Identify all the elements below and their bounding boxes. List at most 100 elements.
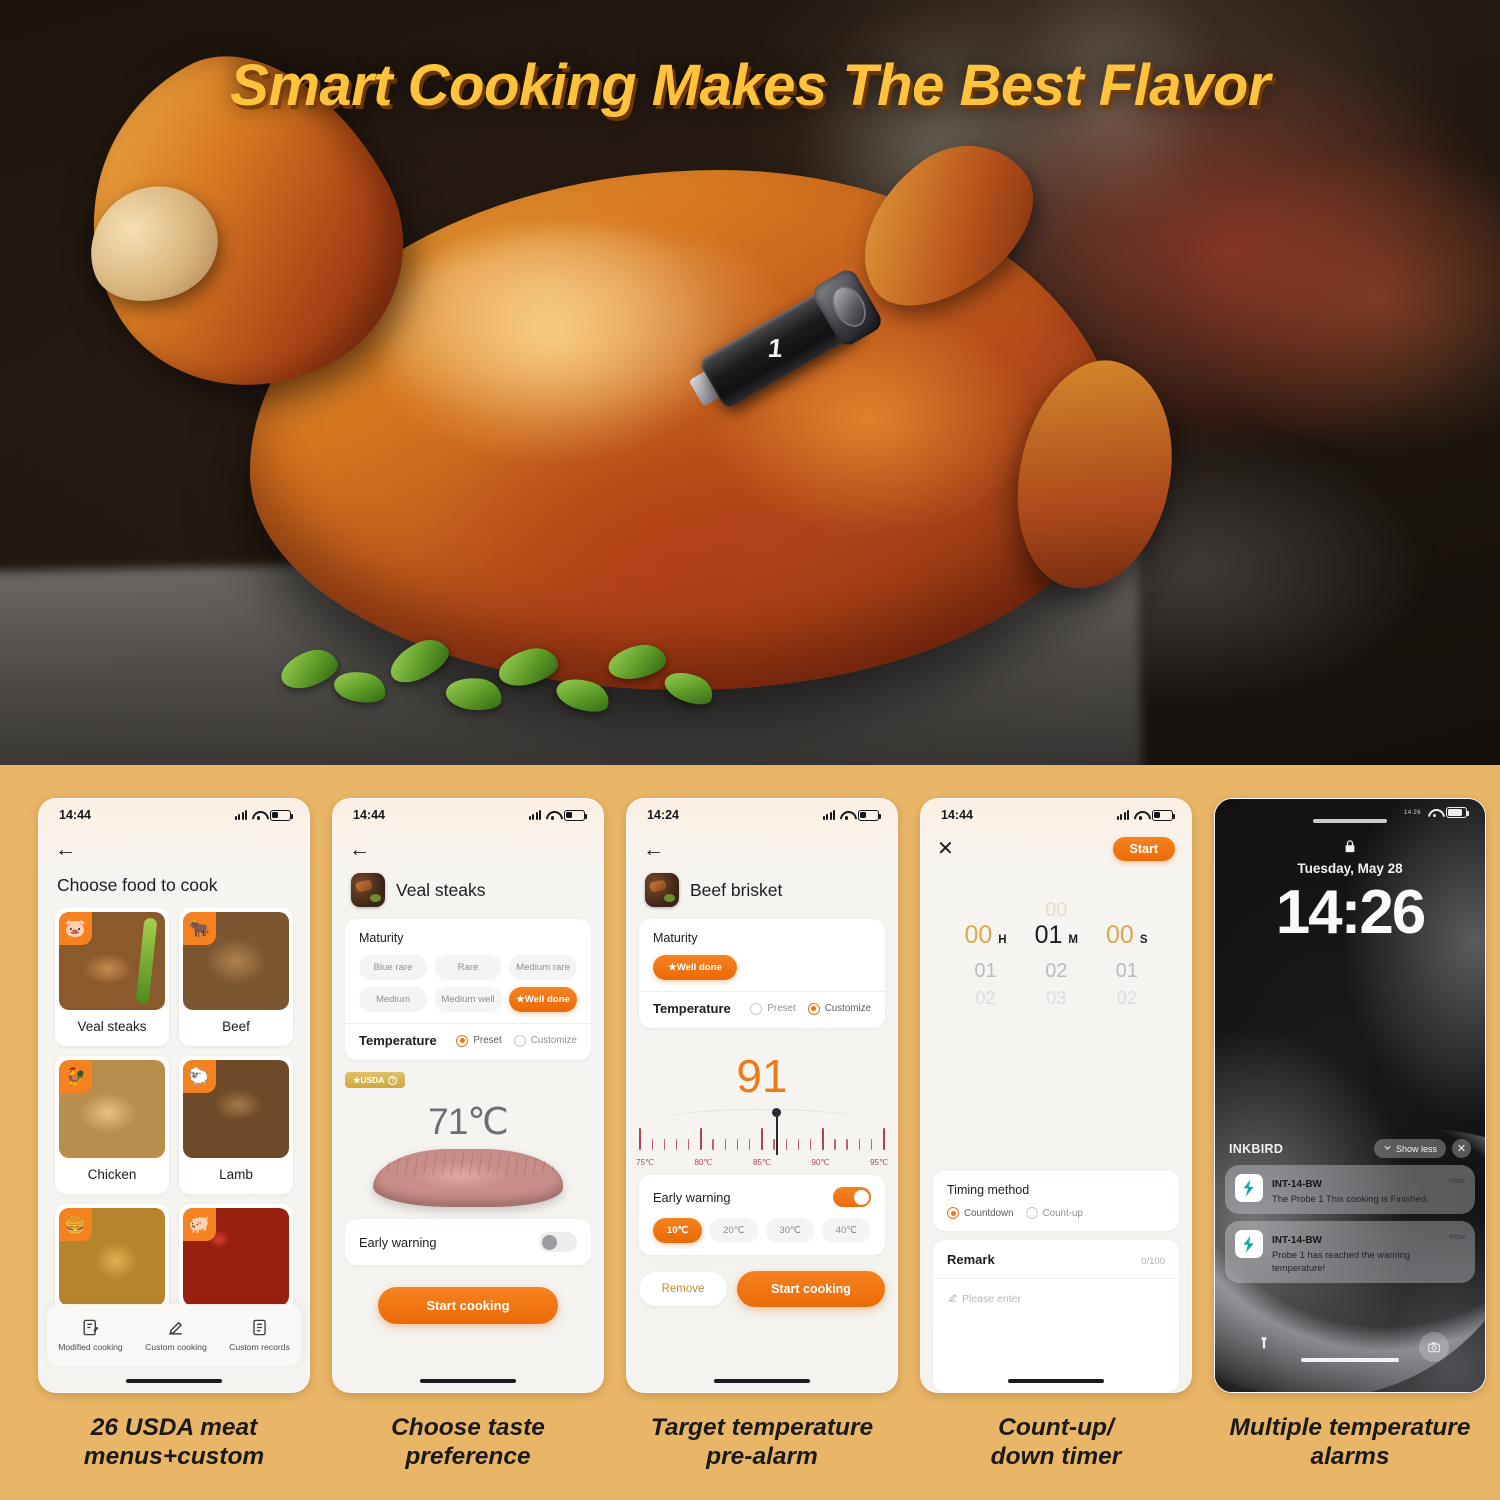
screen-choose-food: 14:44 ← Choose food to cook 🐷 Veal steak… xyxy=(39,799,309,1392)
maturity-chip-medium-rare[interactable]: Medium rare xyxy=(509,955,577,980)
warning-offset-group: 10℃ 20℃ 30℃ 40℃ xyxy=(653,1218,871,1243)
radio-dot-icon xyxy=(807,1002,820,1015)
battery-icon xyxy=(858,809,882,821)
timer-column-seconds[interactable]: 00 S 01 02 xyxy=(1106,897,1147,1011)
temperature-label: Temperature xyxy=(653,1001,731,1016)
battery-icon xyxy=(1152,809,1176,821)
minutes-ghost-next-1: 02 xyxy=(1045,960,1068,982)
help-icon[interactable]: ? xyxy=(388,1075,398,1085)
lock-clock: 14:26 xyxy=(1275,878,1427,947)
radio-count-up[interactable]: Count-up xyxy=(1025,1207,1083,1219)
sheep-icon: 🐑 xyxy=(183,1060,216,1093)
radio-label: Preset xyxy=(767,1003,796,1014)
timing-method-radios: Countdown Count-up xyxy=(947,1207,1165,1219)
tab-custom-cooking[interactable]: Custom cooking xyxy=(145,1318,207,1352)
show-less-button[interactable]: Show less xyxy=(1373,1139,1446,1158)
early-warning-toggle[interactable] xyxy=(539,1232,577,1252)
food-header: Beef brisket xyxy=(627,867,897,919)
status-indicators xyxy=(1116,809,1176,821)
minutes-value: 01 xyxy=(1034,921,1063,949)
food-card[interactable]: 🐂 Beef xyxy=(179,908,293,1046)
back-arrow-icon[interactable]: ← xyxy=(55,839,76,860)
radio-dot-icon xyxy=(456,1034,469,1047)
radio-countdown[interactable]: Countdown xyxy=(947,1207,1014,1219)
radio-label: Preset xyxy=(473,1035,502,1046)
timer-column-minutes[interactable]: 00 01 M 02 03 xyxy=(1035,897,1078,1011)
notification-time: now xyxy=(1449,1175,1465,1185)
wifi-icon xyxy=(840,810,853,820)
notification-item[interactable]: INT-14-BW The Probe 1 This cooking is Fi… xyxy=(1225,1165,1475,1215)
home-indicator xyxy=(126,1379,222,1383)
radio-preset[interactable]: Preset xyxy=(750,1002,796,1015)
feature-strip: 14:44 ← Choose food to cook 🐷 Veal steak… xyxy=(0,765,1500,1500)
food-card[interactable]: 🐑 Lamb xyxy=(179,1056,293,1194)
back-arrow-icon[interactable]: ← xyxy=(349,839,370,860)
warning-offset-30c[interactable]: 30℃ xyxy=(765,1218,815,1243)
early-warning-toggle[interactable] xyxy=(833,1187,871,1207)
hours-unit: H xyxy=(998,934,1007,946)
maturity-chip-rare[interactable]: Rare xyxy=(434,955,502,980)
maturity-chip-medium-well[interactable]: Medium well xyxy=(434,987,502,1012)
page-headline: Smart Cooking Makes The Best Flavor xyxy=(230,53,1270,118)
signal-icon xyxy=(234,810,247,820)
pencil-icon xyxy=(947,1292,958,1306)
warning-offset-20c[interactable]: 20℃ xyxy=(709,1218,759,1243)
maturity-chip-well-done[interactable]: ★Well done xyxy=(509,987,577,1012)
hours-value: 00 xyxy=(964,921,993,949)
radio-dot-icon xyxy=(750,1002,763,1015)
start-button[interactable]: Start xyxy=(1112,837,1175,861)
temperature-label: Temperature xyxy=(359,1033,437,1048)
remark-label: Remark xyxy=(947,1252,995,1267)
radio-label: Customize xyxy=(530,1035,577,1046)
early-warning-panel: Early warning 10℃ 20℃ 30℃ 40℃ xyxy=(639,1175,885,1255)
show-less-label: Show less xyxy=(1395,1143,1437,1154)
food-header: Veal steaks xyxy=(333,867,603,919)
maturity-chip-well-done[interactable]: ★Well done xyxy=(653,955,737,980)
food-card[interactable]: 🐷 Veal steaks xyxy=(55,908,169,1046)
radio-preset[interactable]: Preset xyxy=(456,1034,502,1047)
food-card-label: Lamb xyxy=(219,1167,253,1182)
close-icon[interactable]: ✕ xyxy=(937,839,954,859)
signal-icon xyxy=(528,810,541,820)
radio-customize[interactable]: Customize xyxy=(807,1002,871,1015)
notification-time: now xyxy=(1449,1231,1465,1242)
timer-column-hours[interactable]: 00 H 01 02 xyxy=(964,897,1006,1011)
tab-custom-records[interactable]: Custom records xyxy=(229,1318,290,1352)
start-cooking-button[interactable]: Start cooking xyxy=(378,1287,558,1324)
tab-modified-cooking[interactable]: Modified cooking xyxy=(58,1318,123,1352)
back-arrow-icon[interactable]: ← xyxy=(643,839,664,860)
home-indicator xyxy=(1301,1358,1399,1362)
status-time: 14:44 xyxy=(353,808,385,822)
seconds-ghost-next-2: 02 xyxy=(1116,988,1137,1008)
nav-bar: ← xyxy=(627,831,897,867)
status-bar: 14:26 xyxy=(1215,807,1485,818)
timer-picker[interactable]: 00 H 01 02 00 01 M 02 03 00 S 01 02 xyxy=(921,867,1191,1171)
warning-offset-10c[interactable]: 10℃ xyxy=(653,1218,703,1243)
wifi-icon xyxy=(252,810,265,820)
screen-lock: 14:26 Tuesday, May 28 14:26 INKBIRD Show… xyxy=(1215,799,1485,1392)
temperature-row: Temperature Preset Customize xyxy=(359,1033,577,1048)
warning-offset-40c[interactable]: 40℃ xyxy=(821,1218,871,1243)
pencil-icon xyxy=(166,1318,185,1337)
screen-beef-brisket: 14:24 ← Beef brisket Maturity ★Well done… xyxy=(627,799,897,1392)
close-icon[interactable]: ✕ xyxy=(1452,1139,1471,1158)
maturity-chip-blue-rare[interactable]: Blue rare xyxy=(359,955,427,980)
food-card[interactable]: 🐓 Chicken xyxy=(55,1056,169,1194)
bottom-tab-bar: Modified cooking Custom cooking Custom r… xyxy=(47,1304,301,1366)
notification-item[interactable]: INT-14-BW Probe 1 has reached the warnin… xyxy=(1225,1221,1475,1284)
notification-text: Probe 1 has reached the warning temperat… xyxy=(1272,1249,1411,1273)
remark-input[interactable]: Please enter xyxy=(947,1279,1165,1306)
remove-button[interactable]: Remove xyxy=(639,1272,727,1306)
status-time: 14:44 xyxy=(59,808,91,822)
temperature-ruler-slider[interactable]: 75℃ 80℃ 85℃ 90℃ 95℃ xyxy=(635,1108,889,1167)
radio-customize[interactable]: Customize xyxy=(513,1034,577,1047)
camera-icon[interactable] xyxy=(1419,1332,1449,1362)
maturity-chip-medium[interactable]: Medium xyxy=(359,987,427,1012)
status-bar: 14:44 xyxy=(921,799,1191,831)
early-warning-row: Early warning xyxy=(345,1219,591,1265)
nav-bar: ← xyxy=(333,831,603,867)
flashlight-icon[interactable] xyxy=(1257,1335,1271,1356)
tab-label: Custom records xyxy=(229,1342,290,1352)
start-cooking-button[interactable]: Start cooking xyxy=(737,1271,885,1307)
custom-temperature-value: 91 xyxy=(736,1050,788,1102)
